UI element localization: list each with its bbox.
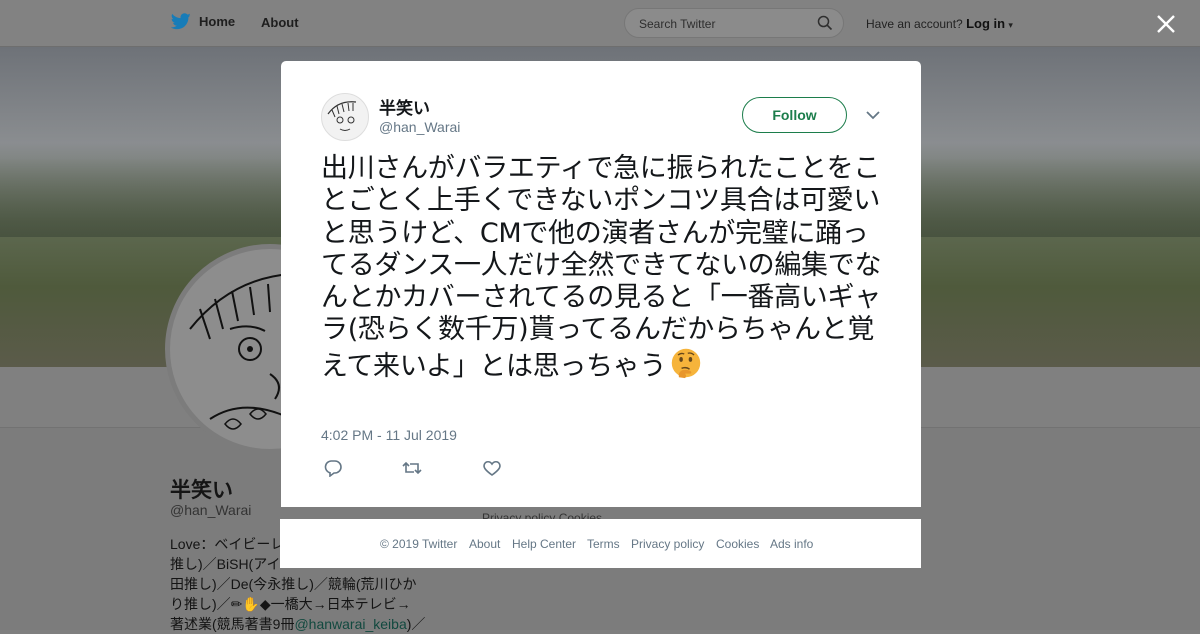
tweet-author-avatar[interactable] bbox=[321, 93, 369, 141]
like-heart-icon[interactable] bbox=[482, 459, 502, 477]
footer-copyright: © 2019 Twitter bbox=[380, 537, 458, 551]
reply-icon[interactable] bbox=[323, 459, 343, 477]
thinking-face-emoji-icon bbox=[671, 348, 701, 378]
profile-handle: @han_Warai bbox=[170, 502, 252, 518]
bio-line: 田推し)／De(今永推し)／競輪(荒川ひか bbox=[170, 576, 417, 592]
top-nav-bar: Home About Have an account? Log in ▾ bbox=[0, 0, 1200, 47]
chevron-down-icon[interactable] bbox=[864, 108, 882, 122]
tweet-modal: 半笑い @han_Warai Follow 出川さんがバラエティで急に振られたこ… bbox=[281, 61, 921, 507]
profile-name: 半笑い bbox=[170, 479, 233, 502]
caret-down-icon[interactable]: ▾ bbox=[1008, 20, 1013, 30]
bio-line: り推し)／✏✋◆一橋大→日本テレビ→ bbox=[170, 594, 428, 614]
search-box[interactable] bbox=[624, 8, 844, 38]
close-icon[interactable] bbox=[1154, 12, 1178, 36]
footer-link-terms[interactable]: Terms bbox=[587, 537, 620, 551]
login-link[interactable]: Log in bbox=[966, 16, 1005, 31]
footer-link-cookies[interactable]: Cookies bbox=[716, 537, 759, 551]
bio-line: 著述業(競馬著書9冊@hanwarai_keiba)／ bbox=[170, 614, 428, 634]
twitter-bird-icon bbox=[171, 13, 191, 30]
nav-about[interactable]: About bbox=[261, 15, 299, 30]
nav-home-label: Home bbox=[199, 14, 236, 29]
account-prompt-text: Have an account? bbox=[866, 17, 963, 31]
bio-line-text: ◆一橋大→日本テレビ→ bbox=[259, 596, 411, 612]
pencil-hand-emoji-icon: ✏✋ bbox=[230, 596, 260, 612]
account-prompt: Have an account? Log in ▾ bbox=[866, 16, 1013, 31]
tweet-text-body: 出川さんがバラエティで急に振られたことをことごとく上手くできないポンコツ具合は可… bbox=[321, 153, 882, 382]
footer-link-privacy[interactable]: Privacy policy bbox=[631, 537, 704, 551]
tweet-text: 出川さんがバラエティで急に振られたことをことごとく上手くできないポンコツ具合は可… bbox=[321, 153, 891, 383]
nav-home[interactable]: Home bbox=[171, 13, 235, 30]
search-input[interactable] bbox=[637, 15, 811, 33]
bio-line-text: り推し)／ bbox=[170, 596, 231, 612]
search-icon[interactable] bbox=[817, 15, 833, 31]
retweet-icon[interactable] bbox=[402, 459, 422, 477]
modal-footer: © 2019 Twitter About Help Center Terms P… bbox=[280, 519, 921, 568]
follow-button[interactable]: Follow bbox=[742, 97, 847, 133]
footer-link-about[interactable]: About bbox=[469, 537, 500, 551]
tweet-author-name[interactable]: 半笑い bbox=[379, 94, 430, 119]
avatar-drawing bbox=[327, 101, 357, 131]
footer-link-help[interactable]: Help Center bbox=[512, 537, 576, 551]
tweet-author-handle[interactable]: @han_Warai bbox=[379, 119, 460, 135]
tweet-timestamp[interactable]: 4:02 PM - 11 Jul 2019 bbox=[321, 427, 457, 443]
footer-link-ads[interactable]: Ads info bbox=[770, 537, 813, 551]
